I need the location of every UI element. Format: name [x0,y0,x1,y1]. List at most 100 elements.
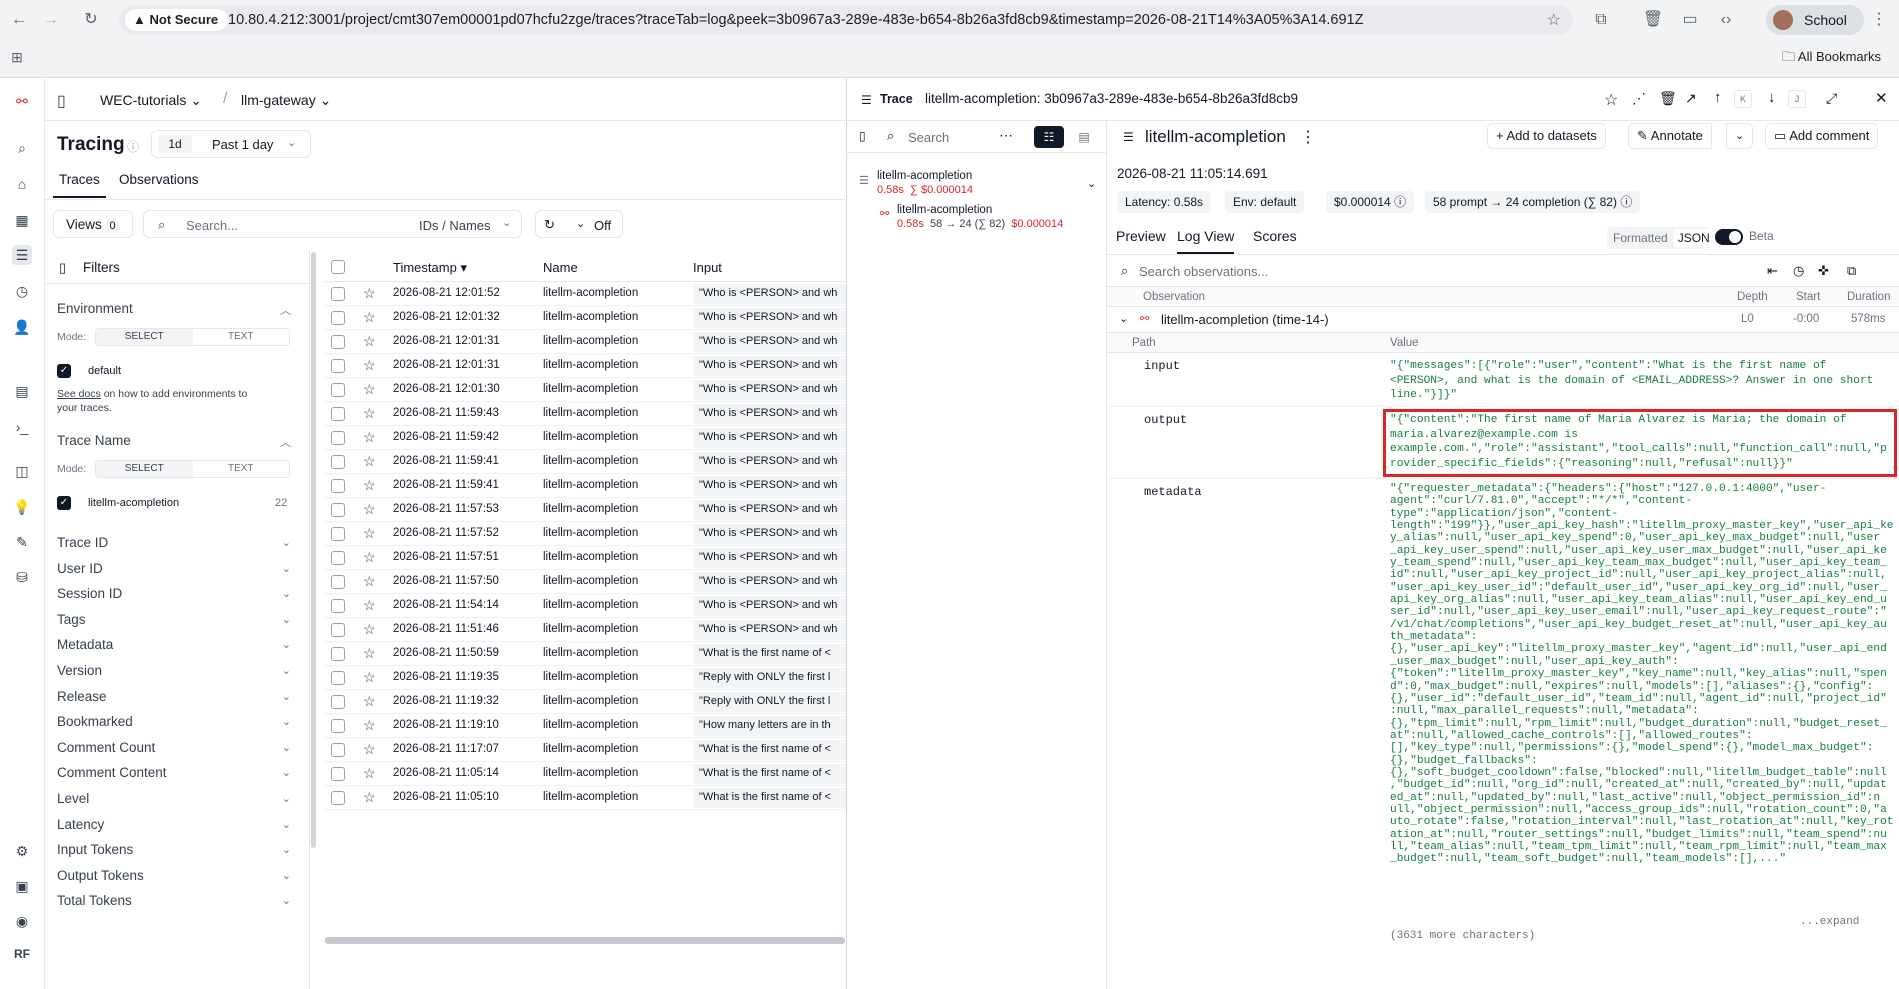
views-button[interactable]: Views 0 [53,210,133,238]
row-checkbox[interactable] [331,623,345,637]
apps-icon[interactable]: ⊞ [6,46,28,68]
bookmark-star-icon[interactable]: ☆ [1547,10,1561,30]
chevron-down-icon[interactable]: ⌄ [282,894,291,907]
row-checkbox[interactable] [331,503,345,517]
star-icon[interactable]: ☆ [363,621,376,638]
add-comment-button[interactable]: ▭ Add comment [1765,123,1879,149]
star-icon[interactable]: ☆ [363,765,376,782]
docs-link[interactable]: See docs [57,388,101,400]
refresh-button[interactable]: ↻ ⌄ Off [535,210,623,238]
info-icon[interactable]: ⓘ [1620,195,1632,209]
row-checkbox[interactable] [331,743,345,757]
row-checkbox[interactable] [331,527,345,541]
row-checkbox[interactable] [331,647,345,661]
tab-traces[interactable]: Traces [53,172,106,198]
row-checkbox[interactable] [331,575,345,589]
datasets-icon[interactable]: ⛁ [12,567,32,587]
row-checkbox[interactable] [331,359,345,373]
search-input[interactable]: Search... [186,218,238,233]
star-icon[interactable]: ☆ [363,453,376,470]
sidebar-toggle-icon[interactable]: ▯ [57,91,66,111]
arrow-down-icon[interactable]: ↓ [1768,89,1776,106]
filter-section[interactable]: Output Tokens [57,868,144,883]
star-icon[interactable]: ☆ [363,285,376,302]
star-icon[interactable]: ☆ [363,405,376,422]
copy-icon[interactable]: ⧉ [1847,263,1856,279]
table-row[interactable]: ☆ 2026-08-21 11:59:41 litellm-acompletion "… [323,474,853,498]
logo-icon[interactable]: ⚯ [12,91,32,111]
search-icon[interactable]: ⌕ [12,138,32,158]
prompts-icon[interactable]: ▤ [12,381,32,401]
star-icon[interactable]: ☆ [363,669,376,686]
devtools-icon[interactable]: ‹› [1715,9,1737,31]
chevron-down-icon[interactable]: ⌄ [282,638,291,651]
mode-text[interactable]: TEXT [193,461,290,477]
filter-section[interactable]: Version [57,663,102,678]
mode-select[interactable]: SELECT [96,329,193,345]
row-checkbox[interactable] [331,671,345,685]
beta-toggle[interactable] [1715,229,1743,245]
scores-icon[interactable]: ◫ [12,461,32,481]
table-row[interactable]: ☆ 2026-08-21 11:19:35 litellm-acompletion "… [323,666,853,690]
address-bar[interactable]: ▲ Not Secure 10.80.4.212:3001/project/cm… [119,5,1573,35]
info-icon[interactable]: ⓘ [1394,195,1406,209]
tree-search-input[interactable]: Search [908,130,949,145]
star-icon[interactable]: ☆ [363,525,376,542]
filter-sidebar-icon[interactable]: ▯ [59,260,66,276]
trace-name-checkbox[interactable]: ✓ [57,496,71,510]
col-input[interactable]: Input [693,260,722,275]
star-icon[interactable]: ☆ [363,717,376,734]
date-range-picker[interactable]: 1d Past 1 day ⌄ [151,130,311,158]
sessions-icon[interactable]: ◷ [12,281,32,301]
table-row[interactable]: ☆ 2026-08-21 11:50:59 litellm-acompletion "… [323,642,853,666]
tab-scores[interactable]: Scores [1253,228,1297,244]
project-selector[interactable]: llm-gateway ⌄ [241,92,331,109]
chevron-down-icon[interactable]: ⌄ [282,792,291,805]
environment-default-checkbox[interactable]: ✓ [57,364,71,378]
open-external-icon[interactable]: ↗ [1685,90,1697,107]
tab-log-view[interactable]: Log View [1177,228,1235,254]
extensions-icon[interactable]: ⧉ [1590,9,1612,31]
more-icon[interactable]: ⋯ [999,127,1013,144]
table-row[interactable]: ☆ 2026-08-21 11:57:53 litellm-acompletion "… [323,498,853,522]
row-checkbox[interactable] [331,407,345,421]
more-vertical-icon[interactable]: ⋮ [1300,127,1316,147]
filter-section[interactable]: Total Tokens [57,893,132,908]
filter-section[interactable]: Input Tokens [57,842,133,857]
filter-section[interactable]: Comment Count [57,740,155,755]
tree-child-name[interactable]: litellm-acompletion [897,204,992,216]
annotation-icon[interactable]: ✎ [12,532,32,552]
table-row[interactable]: ☆ 2026-08-21 11:05:10 litellm-acompletion "… [323,786,853,810]
table-row[interactable]: ☆ 2026-08-21 11:19:32 litellm-acompletion "… [323,690,853,714]
filter-section[interactable]: Latency [57,817,104,832]
filter-section[interactable]: User ID [57,561,103,576]
table-row[interactable]: ☆ 2026-08-21 11:59:43 litellm-acompletion "… [323,402,853,426]
tab-observations[interactable]: Observations [119,172,199,187]
forward-icon[interactable]: → [40,9,62,31]
calendar-icon[interactable]: ▣ [12,876,32,896]
close-icon[interactable]: ✕ [1875,89,1888,107]
arrow-up-icon[interactable]: ↑ [1714,89,1722,106]
tab-preview[interactable]: Preview [1116,228,1166,244]
table-row[interactable]: ☆ 2026-08-21 11:19:10 litellm-acompletion "… [323,714,853,738]
tracing-icon[interactable]: ☰ [12,245,32,265]
star-icon[interactable]: ☆ [363,477,376,494]
trace-name-mode-toggle[interactable]: SELECT TEXT [95,460,290,478]
back-icon[interactable]: ← [8,9,30,31]
row-checkbox[interactable] [331,455,345,469]
row-checkbox[interactable] [331,599,345,613]
filters-scrollbar[interactable] [311,252,316,848]
support-icon[interactable]: ◉ [12,911,32,931]
filter-section[interactable]: Comment Content [57,765,167,780]
filter-trace-name[interactable]: Trace Name [57,433,131,448]
chevron-down-icon[interactable]: ⌄ [1087,177,1096,190]
maximize-icon[interactable]: ⤢ [1826,90,1837,107]
chevron-down-icon[interactable]: ⌄ [282,766,291,779]
split-icon[interactable]: ▭ [1679,9,1701,31]
chevron-down-icon[interactable]: ⌄ [282,741,291,754]
row-checkbox[interactable] [331,383,345,397]
expand-link[interactable]: ...expand [1800,916,1859,928]
value-metadata[interactable]: "{"requester_metadata":{"headers":{"host… [1390,483,1894,866]
delete-icon[interactable]: 🗑 [1659,90,1677,107]
timeline-view-icon[interactable]: ▤ [1069,126,1099,148]
